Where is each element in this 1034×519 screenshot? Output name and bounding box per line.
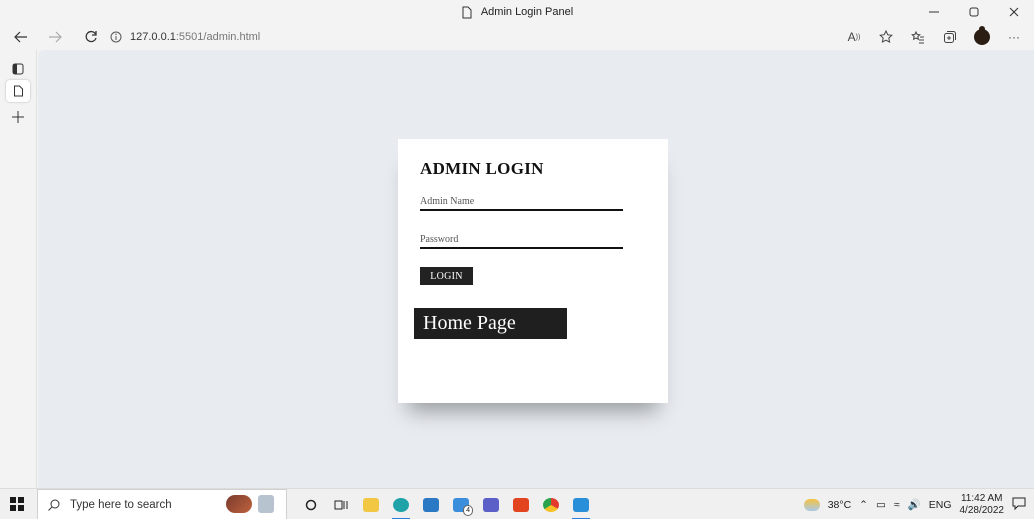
window-title-group: Admin Login Panel [0,0,1034,24]
clock-time: 11:42 AM [960,492,1003,504]
weather-temp[interactable]: 38°C [828,499,851,511]
window-title: Admin Login Panel [480,6,574,18]
restore-button[interactable] [954,0,994,24]
arrow-left-icon [14,31,27,43]
forward-button[interactable] [42,26,68,48]
url-text: 127.0.0.1:5501/admin.html [130,31,260,43]
page-viewport: ADMIN LOGIN Admin Name Password LOGIN Ho… [38,50,1034,488]
tab-actions-icon[interactable] [6,58,30,80]
clock[interactable]: 11:42 AM 4/28/2022 [960,493,1005,517]
search-icon [48,499,60,511]
new-tab-button[interactable] [6,106,30,128]
office-icon[interactable] [506,489,536,519]
file-explorer-icon[interactable] [356,489,386,519]
clock-date: 4/28/2022 [959,504,1005,516]
taskbar-search-box[interactable]: Type here to search [37,489,287,519]
url-host: 127.0.0.1 [130,31,176,43]
login-button[interactable]: LOGIN [420,267,473,285]
weather-icon[interactable] [803,498,820,511]
window-controls [914,0,1034,24]
refresh-button[interactable] [78,26,104,48]
page-icon [13,85,23,97]
task-view-icon[interactable] [326,489,356,519]
password-input[interactable]: Password [420,229,623,249]
search-highlight-image [226,495,274,513]
taskbar: Type here to search 4 38°C ⌃ ▭ ≈ 🔊 ENG 1… [0,488,1034,519]
browser-toolbar: 127.0.0.1:5501/admin.html A)) ··· [0,24,1034,50]
profile-avatar[interactable] [968,26,996,48]
url-path: :5501/admin.html [175,31,261,43]
window-title-bar: Admin Login Panel [0,0,1034,24]
mail-icon[interactable]: 4 [446,489,476,519]
chevron-up-icon[interactable]: ⌃ [859,499,868,511]
info-icon[interactable] [110,31,122,43]
minimize-button[interactable] [914,0,954,24]
collections-icon[interactable] [936,26,964,48]
volume-icon[interactable]: 🔊 [908,498,921,511]
language-indicator[interactable]: ENG [929,499,952,511]
add-favorite-icon[interactable] [872,26,900,48]
notifications-icon[interactable] [1012,497,1026,513]
page-icon [461,6,473,19]
plus-icon [12,111,24,123]
favorites-icon[interactable] [904,26,932,48]
refresh-icon [85,30,97,43]
login-title: ADMIN LOGIN [420,159,544,178]
windows-start-button[interactable] [10,497,24,511]
edge-browser-icon[interactable] [386,489,416,519]
mail-badge: 4 [463,505,473,516]
vertical-tabs-sidebar [0,50,37,488]
home-page-button[interactable]: Home Page [414,308,567,339]
toolbar-right-icons: A)) ··· [840,26,1028,48]
system-tray: 38°C ⌃ ▭ ≈ 🔊 ENG 11:42 AM 4/28/2022 [803,489,1034,519]
teams-icon[interactable] [476,489,506,519]
close-window-button[interactable] [994,0,1034,24]
more-options-icon[interactable]: ··· [1000,26,1028,48]
battery-icon[interactable]: ▭ [876,499,886,511]
vscode-icon[interactable] [566,489,596,519]
tab-admin-login-panel[interactable] [6,80,30,102]
taskbar-apps: 4 [296,489,596,519]
search-placeholder: Type here to search [70,498,172,511]
read-aloud-icon[interactable]: A)) [840,26,868,48]
arrow-right-icon [49,31,62,43]
cortana-icon[interactable] [296,489,326,519]
wifi-icon[interactable]: ≈ [894,499,900,511]
admin-name-input[interactable]: Admin Name [420,191,623,211]
back-button[interactable] [8,26,34,48]
login-card: ADMIN LOGIN Admin Name Password LOGIN Ho… [398,139,668,403]
address-bar[interactable]: 127.0.0.1:5501/admin.html [110,27,730,47]
chrome-icon[interactable] [536,489,566,519]
microsoft-store-icon[interactable] [416,489,446,519]
